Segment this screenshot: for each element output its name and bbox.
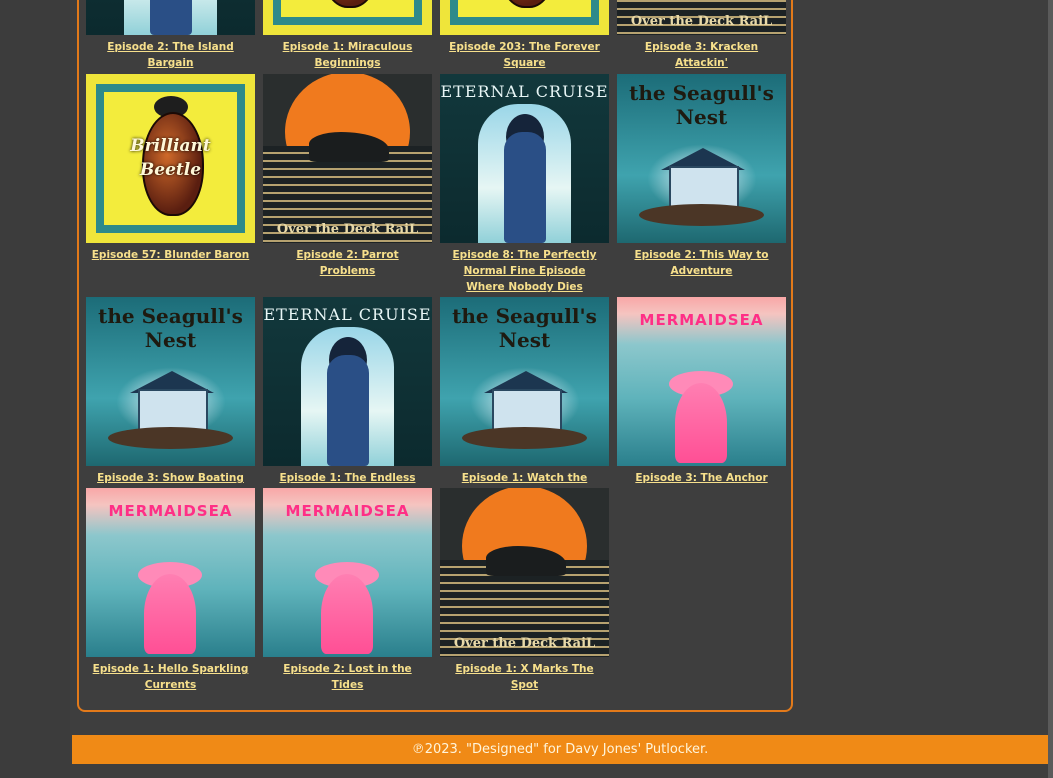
episode-card[interactable]: Brilliant Beetle Episode 1: Miraculous B… — [263, 0, 432, 71]
episode-card[interactable]: the Seagull's Nest Episode 3: Show Boati… — [86, 297, 255, 486]
episode-title-link[interactable]: Episode 1: Hello Sparkling Currents — [86, 661, 255, 693]
episode-title-link[interactable]: Episode 57: Blunder Baron — [86, 247, 255, 263]
tail-art — [321, 574, 373, 654]
episode-thumbnail[interactable]: Brilliant Beetle — [86, 74, 255, 243]
deck-logo: Over the Deck RaiL — [630, 14, 773, 29]
episode-card[interactable]: MERMAIDSEA Episode 2: Lost in the Tides — [263, 488, 432, 693]
episode-title-link[interactable]: Episode 3: The Anchor — [617, 470, 786, 486]
nest-logo-line: Nest — [675, 105, 728, 129]
episode-grid: ETERNAL CRUISE Episode 2: The Island Bar… — [86, 0, 796, 710]
episode-card[interactable]: the Seagull's Nest Episode 2: This Way t… — [617, 74, 786, 279]
episode-thumbnail[interactable]: MERMAIDSEA — [617, 297, 786, 466]
episode-thumbnail[interactable]: ETERNAL CRUISE — [263, 297, 432, 466]
episode-title-link[interactable]: Episode 1: Miraculous Beginnings — [263, 39, 432, 71]
deck-logo: Over the Deck RaiL — [453, 636, 596, 651]
episode-card[interactable]: Brilliant Beetle Episode 57: Blunder Bar… — [86, 74, 255, 263]
page-scrollbar[interactable] — [1048, 0, 1053, 778]
episode-thumbnail[interactable]: Brilliant Beetle — [263, 0, 432, 35]
mermaidsea-logo: MERMAIDSEA — [639, 311, 764, 329]
episode-thumbnail[interactable]: Brilliant Beetle — [440, 0, 609, 35]
site-footer: ℗2023. "Designed" for Davy Jones' Putloc… — [72, 735, 1048, 764]
episode-thumbnail[interactable]: MERMAIDSEA — [86, 488, 255, 657]
nest-art — [462, 427, 587, 449]
tail-art — [675, 383, 727, 463]
nest-art — [639, 204, 764, 226]
episode-title-link[interactable]: Episode 2: Parrot Problems — [263, 247, 432, 279]
nest-logo-line: the Seagull's — [98, 304, 243, 328]
deck-logo: Over the Deck RaiL — [276, 222, 419, 237]
mermaidsea-logo: MERMAIDSEA — [285, 502, 410, 520]
nest-logo-line: the Seagull's — [629, 81, 774, 105]
left-sidebar — [0, 0, 70, 778]
figure-art — [327, 355, 369, 466]
figure-art — [150, 0, 192, 35]
episode-card[interactable]: ETERNAL CRUISE Episode 1: The Endless De… — [263, 297, 432, 502]
episode-card[interactable]: MERMAIDSEA Episode 1: Hello Sparkling Cu… — [86, 488, 255, 693]
cruise-logo: ETERNAL CRUISE — [263, 305, 432, 324]
nest-logo-line: Nest — [144, 328, 197, 352]
episode-card[interactable]: the Seagull's Nest Episode 1: Watch the … — [440, 297, 609, 502]
episode-thumbnail[interactable]: Over the Deck RaiL — [263, 74, 432, 243]
beetle-logo: Brilliant — [130, 136, 211, 156]
episode-card[interactable]: Over the Deck RaiL Episode 2: Parrot Pro… — [263, 74, 432, 279]
episode-thumbnail[interactable]: MERMAIDSEA — [263, 488, 432, 657]
episode-title-link[interactable]: Episode 203: The Forever Square — [440, 39, 609, 71]
episode-thumbnail[interactable]: the Seagull's Nest — [440, 297, 609, 466]
episode-card[interactable]: ETERNAL CRUISE Episode 2: The Island Bar… — [86, 0, 255, 71]
nest-art — [108, 427, 233, 449]
nest-logo-line: Nest — [498, 328, 551, 352]
episode-card[interactable]: ETERNAL CRUISE Episode 8: The Perfectly … — [440, 74, 609, 295]
episode-thumbnail[interactable]: the Seagull's Nest — [86, 297, 255, 466]
episode-thumbnail[interactable]: ETERNAL CRUISE — [86, 0, 255, 35]
episode-card[interactable]: Brilliant Beetle Episode 203: The Foreve… — [440, 0, 609, 71]
episode-thumbnail[interactable]: the Seagull's Nest — [617, 74, 786, 243]
episode-title-link[interactable]: Episode 2: Lost in the Tides — [263, 661, 432, 693]
episode-title-link[interactable]: Episode 2: The Island Bargain — [86, 39, 255, 71]
tail-art — [144, 574, 196, 654]
episode-card[interactable]: Over the Deck RaiL Episode 1: X Marks Th… — [440, 488, 609, 693]
episode-title-link[interactable]: Episode 3: Show Boating — [86, 470, 255, 486]
episode-thumbnail[interactable]: Over the Deck RaiL — [617, 0, 786, 35]
episode-title-link[interactable]: Episode 1: X Marks The Spot — [440, 661, 609, 693]
figure-art — [504, 132, 546, 243]
episode-card[interactable]: MERMAIDSEA Episode 3: The Anchor — [617, 297, 786, 486]
nest-logo-line: the Seagull's — [452, 304, 597, 328]
episode-card[interactable]: Over the Deck RaiL Episode 3: Kracken At… — [617, 0, 786, 71]
episode-title-link[interactable]: Episode 8: The Perfectly Normal Fine Epi… — [440, 247, 609, 295]
episode-thumbnail[interactable]: ETERNAL CRUISE — [440, 74, 609, 243]
episode-thumbnail[interactable]: Over the Deck RaiL — [440, 488, 609, 657]
episode-title-link[interactable]: Episode 3: Kracken Attackin' — [617, 39, 786, 71]
cruise-logo: ETERNAL CRUISE — [440, 82, 609, 101]
episode-title-link[interactable]: Episode 2: This Way to Adventure — [617, 247, 786, 279]
mermaidsea-logo: MERMAIDSEA — [108, 502, 233, 520]
beetle-logo: Beetle — [139, 160, 202, 180]
